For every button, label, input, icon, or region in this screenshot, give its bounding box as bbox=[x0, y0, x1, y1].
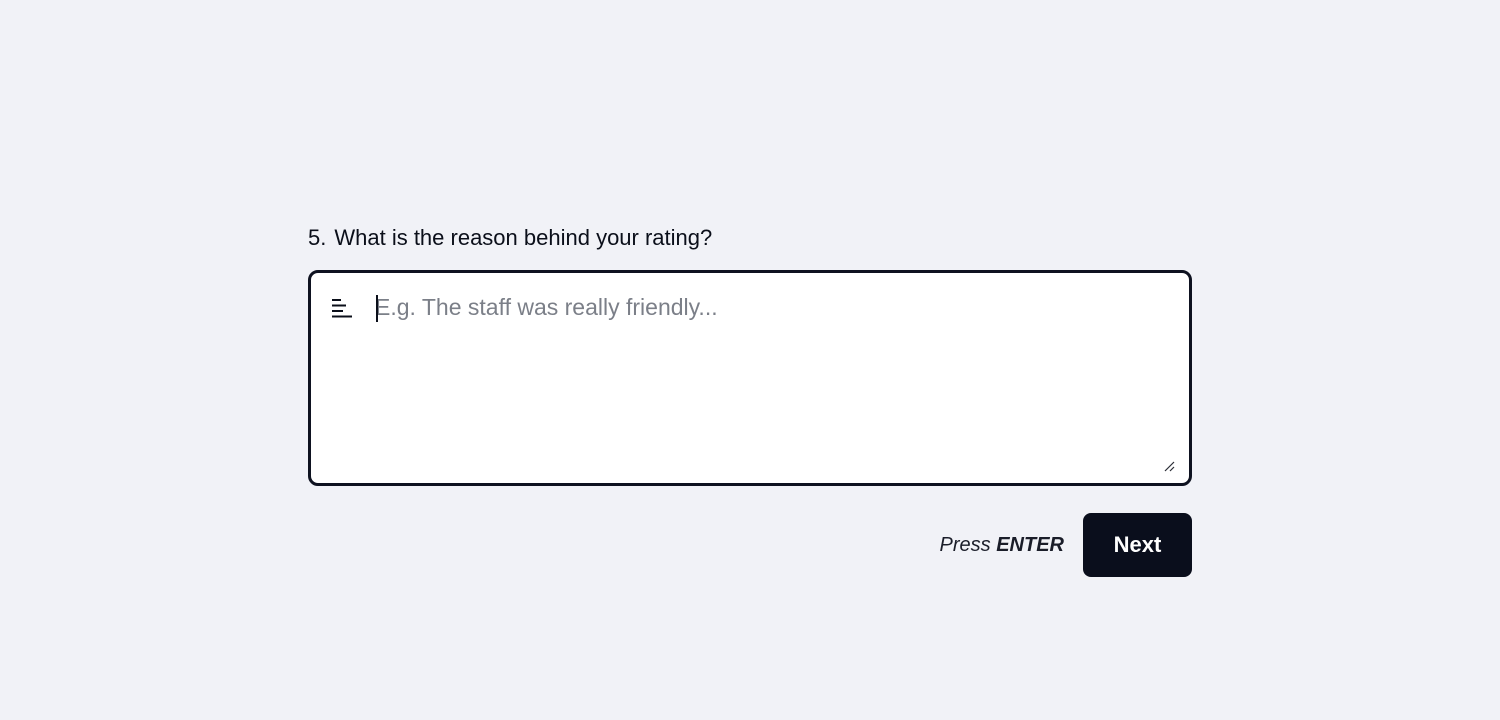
text-cursor bbox=[376, 295, 378, 322]
resize-handle-icon[interactable] bbox=[1163, 460, 1175, 472]
question-number: 5. bbox=[308, 225, 327, 250]
question-title: 5. What is the reason behind your rating… bbox=[308, 222, 1192, 256]
answer-box[interactable] bbox=[308, 270, 1192, 486]
answer-textarea[interactable] bbox=[375, 291, 1165, 461]
press-enter-hint: Press ENTER bbox=[940, 513, 1064, 577]
hint-key: ENTER bbox=[996, 534, 1064, 556]
text-lines-icon bbox=[332, 299, 352, 318]
footer-row: Press ENTER Next bbox=[308, 513, 1192, 577]
question-text: What is the reason behind your rating? bbox=[334, 225, 713, 250]
question-block: 5. What is the reason behind your rating… bbox=[308, 222, 1192, 577]
hint-prefix: Press bbox=[939, 534, 991, 556]
next-button[interactable]: Next bbox=[1083, 513, 1192, 577]
